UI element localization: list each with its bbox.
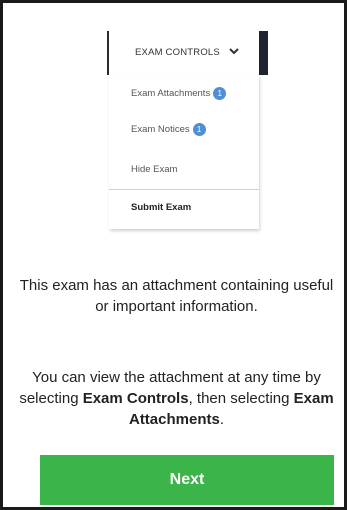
- next-button[interactable]: Next: [40, 455, 334, 505]
- instruction-text: .: [219, 411, 225, 428]
- dialog-frame: EXAM CONTROLS Exam Attachments 1 Exam No…: [0, 0, 347, 510]
- exam-controls-dropdown: Exam Attachments 1 Exam Notices 1 Hide E…: [109, 75, 259, 229]
- menu-item-label: Exam Notices: [131, 123, 190, 135]
- menu-item-submit-exam: Submit Exam: [109, 189, 259, 225]
- menu-item-label: Hide Exam: [131, 163, 178, 175]
- menu-item-hide-exam: Hide Exam: [109, 151, 259, 187]
- attachment-info-text: This exam has an attachment containing u…: [19, 277, 334, 315]
- attachment-instructions-text: You can view the attachment at any time …: [19, 367, 334, 430]
- exam-controls-header: EXAM CONTROLS: [107, 31, 261, 75]
- menu-item-label: Submit Exam: [131, 202, 192, 213]
- header-accent-bar: [259, 31, 268, 75]
- exam-controls-menu-illustration: EXAM CONTROLS Exam Attachments 1 Exam No…: [107, 31, 268, 233]
- exam-controls-label: EXAM CONTROLS: [135, 47, 220, 58]
- menu-item-label: Exam Attachments: [131, 87, 211, 99]
- instruction-text: , then selecting: [188, 390, 294, 407]
- chevron-down-icon: [229, 48, 239, 55]
- count-badge: 1: [192, 122, 206, 136]
- count-badge: 1: [213, 86, 227, 100]
- menu-item-exam-attachments: Exam Attachments 1: [109, 75, 259, 111]
- exam-controls-emphasis: Exam Controls: [82, 390, 189, 407]
- menu-item-exam-notices: Exam Notices 1: [109, 111, 259, 147]
